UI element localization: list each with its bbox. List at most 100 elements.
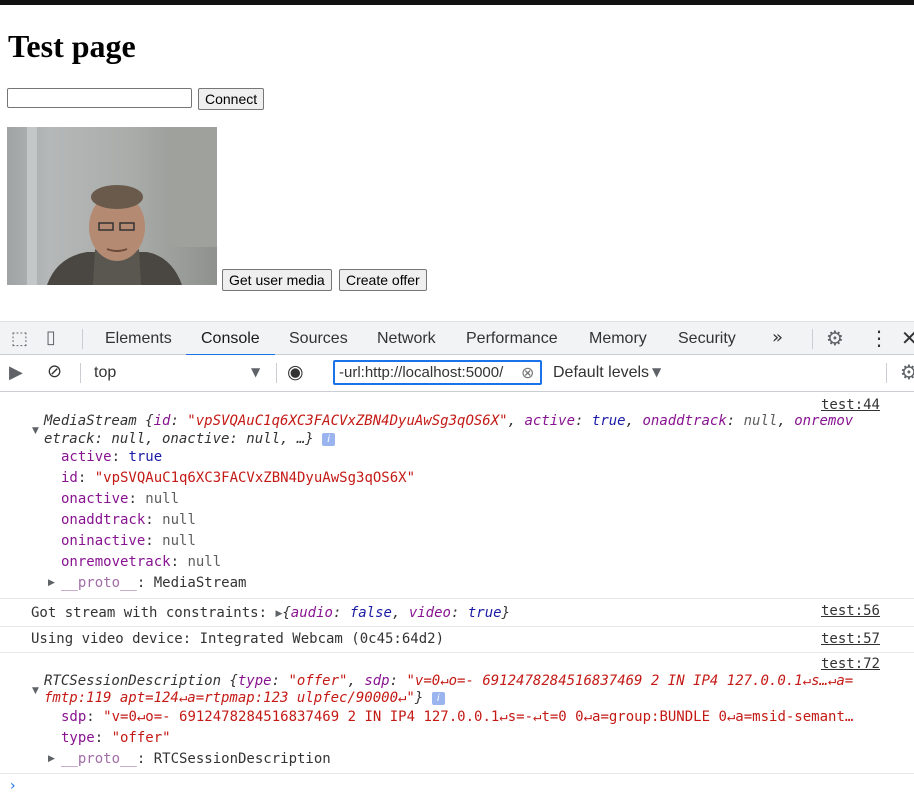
filter-input[interactable]: -url:http://localhost:5000/ [333, 360, 542, 385]
log-divider [0, 652, 914, 653]
device-toggle-icon[interactable]: ▯ [46, 327, 56, 348]
expand-triangle-icon[interactable]: ▶ [48, 754, 55, 764]
summary-key: onaddtrack [642, 413, 727, 429]
info-icon[interactable]: i [431, 691, 445, 705]
summary-text: etrack: null, onactive: null, …} [44, 431, 314, 447]
inspect-icon[interactable]: ⬚ [11, 328, 28, 349]
summary-key: id [153, 413, 171, 429]
tab-divider [812, 329, 813, 349]
summary-value: null [743, 413, 778, 429]
property-value: null [187, 554, 222, 570]
property-key: onactive [61, 491, 129, 507]
log-summary-continued: fmtp:119 apt=124↵a=rtpmap:123 ulpfec/900… [44, 688, 445, 708]
property-value: "offer" [111, 730, 171, 746]
create-offer-button[interactable]: Create offer [339, 269, 427, 291]
property-row: active: true [61, 449, 163, 465]
summary-key: type [237, 673, 272, 689]
more-tabs-icon[interactable]: » [772, 327, 783, 348]
object-brace: { [282, 605, 291, 621]
tab-performance[interactable]: Performance [466, 322, 558, 355]
sidebar-toggle-icon[interactable]: ▶ [9, 362, 23, 383]
levels-selector[interactable]: Default levels [553, 355, 649, 391]
property-key: oninactive [61, 533, 146, 549]
summary-text: MediaStream { [44, 413, 154, 429]
source-link[interactable]: test:57 [821, 631, 880, 647]
expand-triangle-icon[interactable]: ▶ [275, 609, 282, 619]
proto-row[interactable]: __proto__: RTCSessionDescription [61, 749, 331, 769]
filter-value: -url:http://localhost:5000/ [339, 364, 504, 381]
toolbar-divider [276, 363, 277, 383]
connect-input[interactable] [7, 88, 192, 108]
log-summary-continued: etrack: null, onactive: null, …} i [44, 429, 336, 449]
console-toolbar: ▶ ⊘ top ▼ ◉ -url:http://localhost:5000/ … [0, 355, 914, 392]
property-value: true [128, 449, 163, 465]
log-divider [0, 773, 914, 774]
toolbar-divider [886, 363, 887, 383]
info-icon[interactable]: i [322, 432, 336, 446]
tab-sources[interactable]: Sources [289, 322, 348, 355]
dropdown-icon[interactable]: ▼ [251, 365, 260, 379]
log-text: Got stream with constraints: [31, 605, 276, 621]
summary-text: RTCSessionDescription { [44, 673, 238, 689]
webcam-video [7, 127, 217, 285]
tab-elements[interactable]: Elements [105, 322, 172, 355]
object-brace: } [501, 605, 510, 621]
tab-console[interactable]: Console [186, 322, 275, 356]
property-value: null [162, 533, 196, 549]
connect-button[interactable]: Connect [198, 88, 265, 110]
property-row: onaddtrack: null [61, 512, 196, 528]
property-key: onremovetrack [61, 554, 171, 570]
dropdown-icon[interactable]: ▼ [652, 365, 661, 379]
summary-key: onremov [794, 413, 854, 429]
log-summary: MediaStream {id: "vpSVQAuC1q6XC3FACVxZBN… [44, 413, 854, 429]
settings-icon[interactable]: ⚙ [826, 326, 844, 350]
object-value: false [349, 605, 392, 621]
devtools-tab-bar: ⬚ ▯ Elements Console Sources Network Per… [0, 321, 914, 356]
summary-key: active [524, 413, 576, 429]
property-key: onaddtrack [61, 512, 146, 528]
toolbar-divider [80, 363, 81, 383]
settings-icon[interactable]: ⚙ [900, 360, 914, 384]
source-link[interactable]: test:72 [821, 656, 880, 672]
context-selector[interactable]: top [94, 355, 116, 391]
property-row: sdp: "v=0↵o=- 6912478284516837469 2 IN I… [61, 709, 854, 725]
close-icon[interactable]: ✕ [901, 326, 914, 350]
summary-value: "v=0↵o=- 6912478284516837469 2 IN IP4 12… [406, 673, 854, 689]
property-key: type [61, 730, 95, 746]
object-key: video [408, 605, 451, 621]
property-key: sdp [61, 709, 87, 725]
kebab-menu-icon[interactable]: ⋮ [869, 326, 889, 350]
property-row: type: "offer" [61, 730, 171, 746]
tab-memory[interactable]: Memory [589, 322, 647, 355]
log-divider [0, 598, 914, 599]
clear-filter-icon[interactable]: ⊗ [521, 363, 534, 382]
eye-icon[interactable]: ◉ [287, 361, 304, 383]
property-row: onactive: null [61, 491, 180, 507]
tab-divider [82, 329, 83, 349]
expand-triangle-icon[interactable]: ▼ [32, 686, 39, 696]
object-key: audio [290, 605, 333, 621]
property-row: id: "vpSVQAuC1q6XC3FACVxZBN4DyuAwSg3qOS6… [61, 470, 416, 486]
property-key: active [61, 449, 112, 465]
summary-value: fmtp:119 apt=124↵a=rtpmap:123 ulpfec/900… [44, 690, 415, 706]
summary-value: true [591, 413, 626, 429]
get-user-media-button[interactable]: Get user media [222, 269, 332, 291]
page-title: Test page [8, 28, 136, 64]
summary-text: } [414, 690, 424, 706]
summary-value: "vpSVQAuC1q6XC3FACVxZBN4DyuAwSg3qOS6X" [187, 413, 508, 429]
property-value: "vpSVQAuC1q6XC3FACVxZBN4DyuAwSg3qOS6X" [94, 470, 416, 486]
summary-value: "offer" [288, 673, 348, 689]
tab-security[interactable]: Security [678, 322, 736, 355]
proto-key: __proto__ [61, 751, 137, 767]
proto-value: MediaStream [153, 575, 247, 591]
expand-triangle-icon[interactable]: ▶ [48, 578, 55, 588]
proto-row[interactable]: __proto__: MediaStream [61, 573, 246, 593]
source-link[interactable]: test:56 [821, 603, 880, 619]
property-row: oninactive: null [61, 533, 196, 549]
log-line: Using video device: Integrated Webcam (0… [31, 631, 445, 647]
property-row: onremovetrack: null [61, 554, 222, 570]
tab-network[interactable]: Network [377, 322, 436, 355]
expand-triangle-icon[interactable]: ▼ [32, 426, 39, 436]
object-value: true [467, 605, 502, 621]
clear-console-icon[interactable]: ⊘ [47, 361, 62, 382]
